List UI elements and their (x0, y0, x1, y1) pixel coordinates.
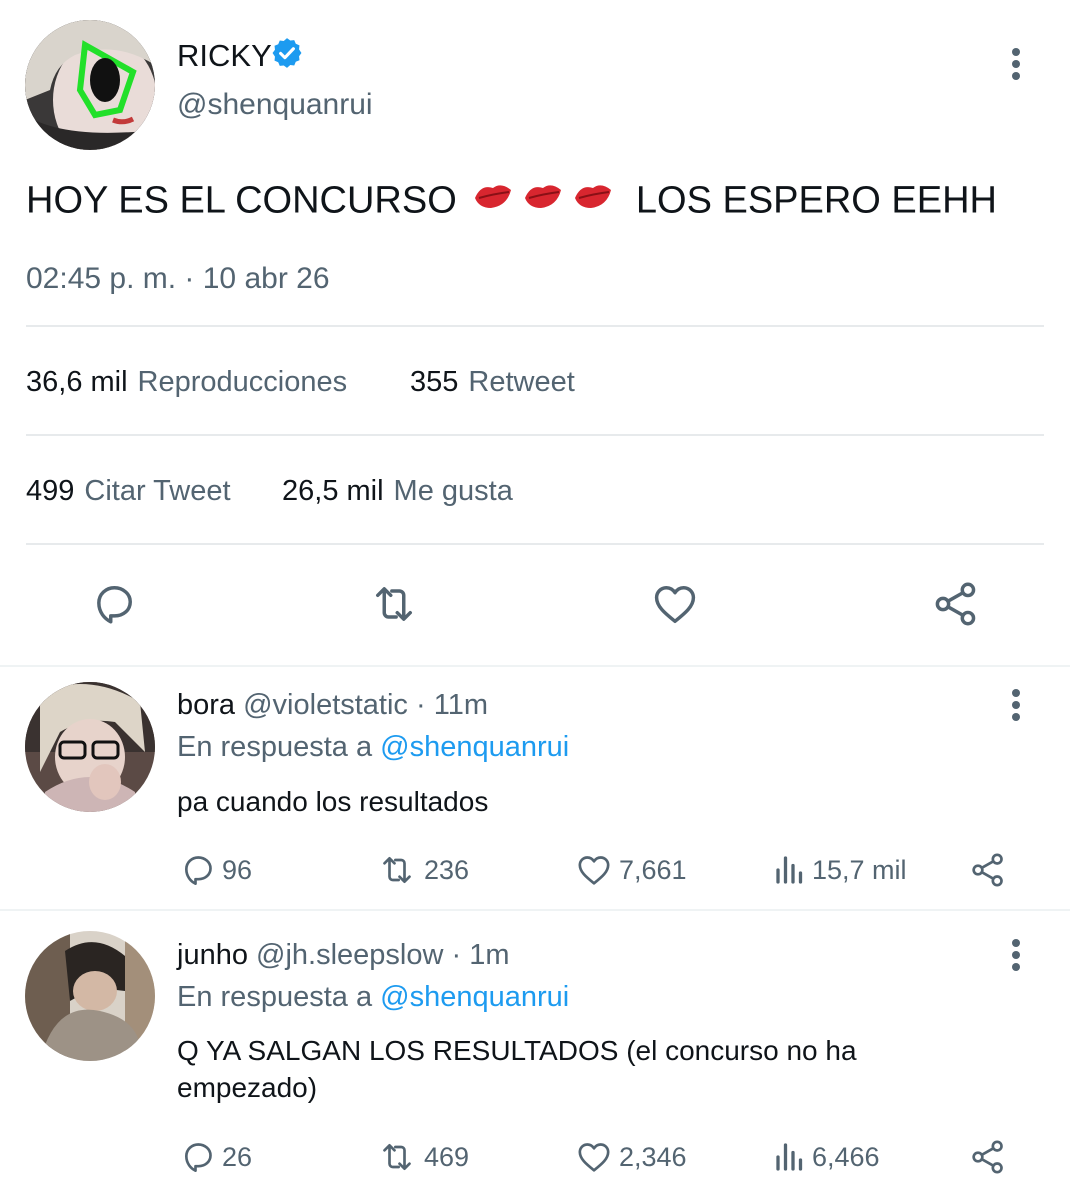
reply-likes-count: 7,661 (619, 854, 687, 885)
display-name[interactable]: RICKY (177, 38, 272, 74)
tweet-timestamp[interactable]: 02:45 p. m. · 10 abr 26 (26, 262, 330, 296)
user-handle[interactable]: @shenquanrui (177, 88, 373, 122)
reply-likes[interactable]: 2,346 (573, 1137, 687, 1177)
share-icon[interactable] (930, 578, 982, 630)
reply-views[interactable]: 15,7 mil (772, 850, 907, 890)
reply-tweet[interactable]: junho @jh.sleepslow · 1m En respuesta a … (0, 911, 1070, 1200)
reply-retweets-count: 469 (424, 1141, 470, 1172)
avatar-bora[interactable] (25, 682, 155, 812)
quotes-count: 499 (26, 475, 75, 507)
more-options-icon[interactable] (1011, 689, 1021, 725)
reply-views[interactable]: 6,466 (772, 1137, 880, 1177)
tweet-text-part1: HOY ES EL CONCURSO (26, 179, 457, 222)
divider (26, 325, 1044, 327)
divider (26, 543, 1044, 545)
share-icon[interactable] (968, 1137, 1008, 1177)
reply-comments[interactable]: 96 (178, 850, 252, 890)
tweet-text-part2: LOS ESPERO EEHH (635, 179, 998, 222)
likes-label: Me gusta (393, 475, 513, 507)
heart-icon[interactable] (649, 578, 701, 630)
reply-likes-count: 2,346 (619, 1141, 687, 1172)
reply-retweets[interactable]: 469 (374, 1137, 469, 1177)
reply-author-name[interactable]: junho (177, 939, 248, 971)
retweet-icon (383, 857, 411, 883)
verified-badge-icon (272, 38, 302, 68)
reply-header: bora @violetstatic · 11m (177, 689, 488, 722)
reply-comments-count: 26 (222, 1141, 253, 1172)
views-icon (776, 856, 803, 884)
reply-likes[interactable]: 7,661 (573, 850, 687, 890)
retweets-stat[interactable]: 355 Retweet (410, 366, 575, 399)
reply-to-handle[interactable]: @shenquanrui (380, 731, 569, 763)
more-options-icon[interactable] (1011, 48, 1021, 84)
retweets-count: 355 (410, 366, 459, 398)
reply-comments-count: 96 (222, 854, 253, 885)
reply-time[interactable]: · 11m (416, 689, 488, 721)
kiss-emoji-group (471, 176, 621, 226)
quotes-stat[interactable]: 499 Citar Tweet (26, 475, 231, 508)
reply-icon (185, 1143, 212, 1172)
reply-context: En respuesta a @shenquanrui (177, 981, 569, 1014)
retweet-icon[interactable] (368, 578, 420, 630)
avatar-junho[interactable] (25, 931, 155, 1061)
reply-views-count: 15,7 mil (812, 854, 907, 885)
avatar-ricky[interactable] (25, 20, 155, 150)
reply-prefix: En respuesta a (177, 981, 373, 1013)
share-icon[interactable] (968, 850, 1008, 890)
views-icon (776, 1143, 803, 1171)
tweet-text: HOY ES EL CONCURSO LOS ESPERO EEHH (26, 176, 997, 226)
reply-comments[interactable]: 26 (178, 1137, 252, 1177)
avatar-ricky-image (25, 20, 155, 150)
views-count: 36,6 mil (26, 366, 128, 398)
reply-to-handle[interactable]: @shenquanrui (380, 981, 569, 1013)
likes-stat[interactable]: 26,5 mil Me gusta (282, 475, 513, 508)
views-stat[interactable]: 36,6 mil Reproducciones (26, 366, 347, 399)
kiss-mark-icon (475, 185, 612, 208)
divider (26, 434, 1044, 436)
views-label: Reproducciones (137, 366, 348, 398)
reply-retweets-count: 236 (424, 854, 470, 885)
reply-author-handle[interactable]: @violetstatic (243, 689, 408, 721)
reply-text: Q YA SALGAN LOS RESULTADOS (el concurso … (177, 1035, 857, 1103)
reply-context: En respuesta a @shenquanrui (177, 731, 569, 764)
retweet-icon (383, 1144, 411, 1170)
reply-tweet[interactable]: bora @violetstatic · 11m En respuesta a … (0, 667, 1070, 909)
likes-count: 26,5 mil (282, 475, 384, 507)
reply-header: junho @jh.sleepslow · 1m (177, 939, 510, 972)
quotes-label: Citar Tweet (84, 475, 231, 507)
heart-icon (578, 856, 610, 885)
reply-icon[interactable] (88, 578, 140, 630)
avatar-junho-image (25, 931, 155, 1061)
reply-author-name[interactable]: bora (177, 689, 235, 721)
avatar-bora-image (25, 682, 155, 812)
more-options-icon[interactable] (1011, 939, 1021, 975)
reply-icon (185, 856, 212, 885)
reply-time[interactable]: · 1m (452, 939, 510, 971)
reply-prefix: En respuesta a (177, 731, 373, 763)
reply-views-count: 6,466 (812, 1141, 880, 1172)
reply-retweets[interactable]: 236 (374, 850, 469, 890)
reply-author-handle[interactable]: @jh.sleepslow (256, 939, 443, 971)
heart-icon (578, 1143, 610, 1172)
reply-text: pa cuando los resultados (177, 786, 489, 817)
retweets-label: Retweet (468, 366, 575, 398)
